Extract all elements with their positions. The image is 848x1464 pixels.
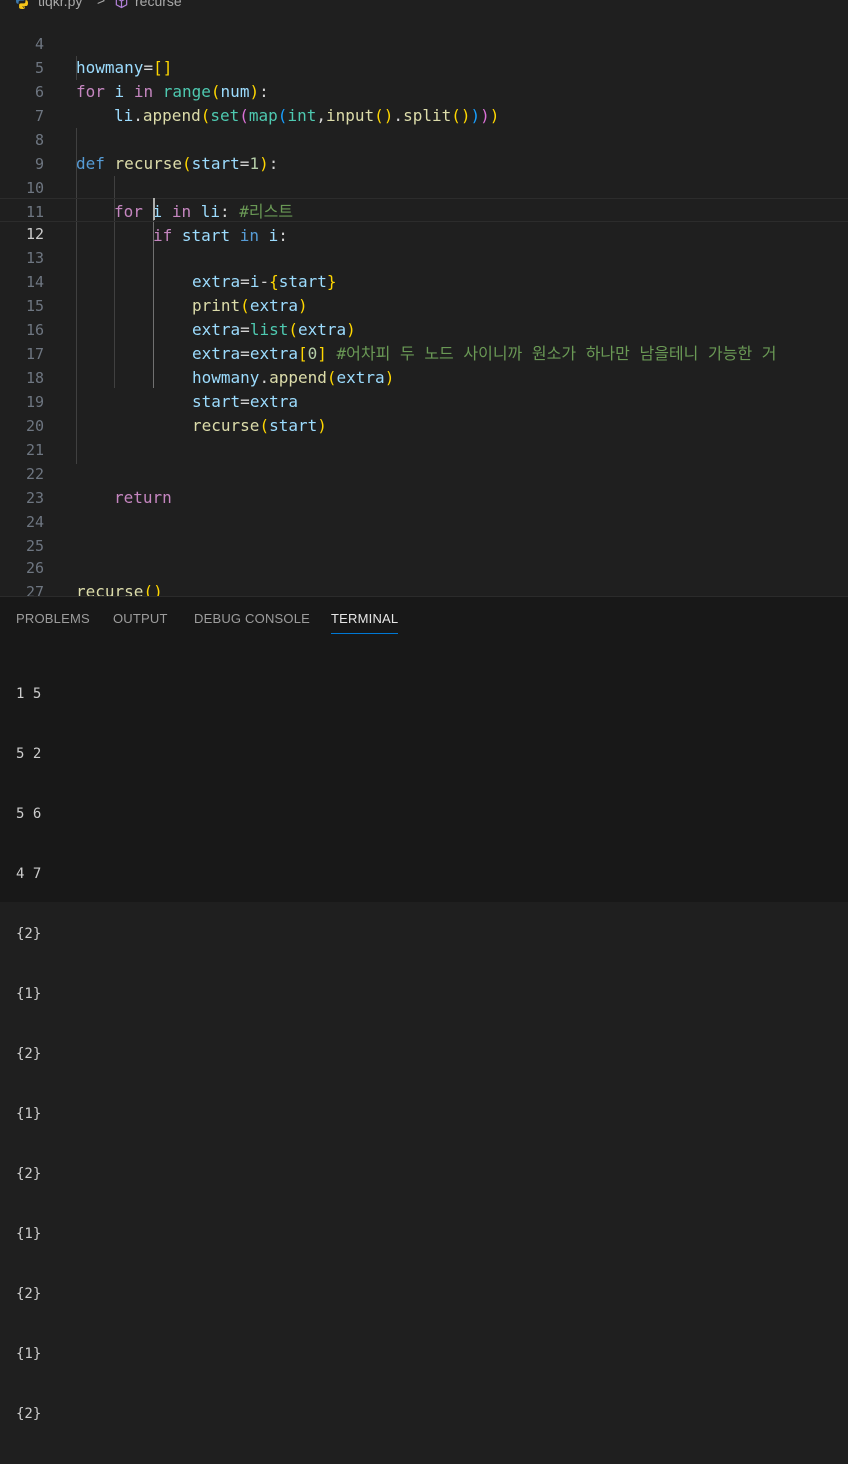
terminal-line: 5 6 — [16, 806, 42, 822]
tab-output[interactable]: OUTPUT — [113, 611, 168, 626]
breadcrumb: tiqkr.py > recurse — [0, 0, 848, 12]
code-line[interactable]: 25 — [0, 510, 848, 555]
terminal-line: 5 2 — [16, 746, 42, 762]
terminal-line: {1} — [16, 1346, 42, 1362]
code-line[interactable]: 5 for i in range(num): — [0, 32, 848, 101]
terminal-line: 4 7 — [16, 866, 42, 882]
code-line[interactable]: 20 — [0, 390, 848, 435]
code-line[interactable]: 16 extra=extra[0] #어차피 두 노드 사이니까 원소가 하나만… — [0, 294, 848, 363]
tab-terminal[interactable]: TERMINAL — [331, 611, 398, 626]
code-line[interactable]: 22 return — [0, 438, 848, 507]
code-line[interactable]: 18 start=extra — [0, 342, 848, 411]
code-line[interactable]: 19 recurse(start) — [0, 366, 848, 435]
code-line[interactable]: 17 howmany.append(extra) — [0, 318, 848, 387]
code-line[interactable]: 27 print(howmany) — [0, 556, 848, 596]
breadcrumb-file[interactable]: tiqkr.py — [38, 0, 82, 9]
breadcrumb-symbol[interactable]: recurse — [135, 0, 182, 9]
terminal-line: {2} — [16, 1406, 42, 1422]
terminal-line: {2} — [16, 1166, 42, 1182]
code-line[interactable]: 24 — [0, 486, 848, 531]
terminal-line: {1} — [16, 1226, 42, 1242]
code-editor[interactable]: 4 howmany=[] 5 for i in range(num): 6 li… — [0, 0, 848, 596]
terminal-line: {1} — [16, 1106, 42, 1122]
code-line[interactable]: 11 if start in i: — [0, 176, 848, 245]
active-tab-indicator — [331, 633, 398, 634]
bottom-panel: PROBLEMS OUTPUT DEBUG CONSOLE TERMINAL 1… — [0, 596, 848, 1422]
code-line[interactable]: 13 extra=i-{start} — [0, 222, 848, 291]
breadcrumb-separator: > — [97, 0, 106, 8]
code-line[interactable]: 9 — [0, 128, 848, 173]
panel-tabs: PROBLEMS OUTPUT DEBUG CONSOLE TERMINAL — [0, 597, 848, 637]
terminal-output[interactable]: 1 5 5 2 5 6 4 7 {2} {1} {2} {1} {2} {1} … — [16, 644, 50, 1464]
terminal-line: {2} — [16, 926, 42, 942]
code-line[interactable]: 10 for i in li: #리스트 — [0, 152, 848, 221]
tab-problems[interactable]: PROBLEMS — [16, 611, 90, 626]
terminal-line: {2} — [16, 1046, 42, 1062]
code-line[interactable]: 7 — [0, 80, 848, 125]
terminal-line: {1} — [16, 986, 42, 1002]
text-cursor — [153, 198, 155, 220]
code-line[interactable]: 21 — [0, 414, 848, 459]
code-line[interactable]: 8 def recurse(start=1): — [0, 104, 848, 173]
method-icon — [115, 0, 128, 9]
code-line[interactable]: 14 print(extra) — [0, 246, 848, 315]
code-line[interactable]: 6 li.append(set(map(int,input().split())… — [0, 56, 848, 125]
terminal-line: {2} — [16, 1286, 42, 1302]
code-line[interactable]: 23 — [0, 462, 848, 507]
tab-debug-console[interactable]: DEBUG CONSOLE — [194, 611, 310, 626]
code-line[interactable]: 28 — [0, 578, 848, 596]
code-line[interactable]: 26 recurse() — [0, 532, 848, 596]
code-line[interactable]: 15 extra=list(extra) — [0, 270, 848, 339]
python-file-icon — [16, 0, 28, 9]
terminal-line: 1 5 — [16, 686, 42, 702]
code-line-current[interactable]: 12 — [0, 198, 848, 243]
